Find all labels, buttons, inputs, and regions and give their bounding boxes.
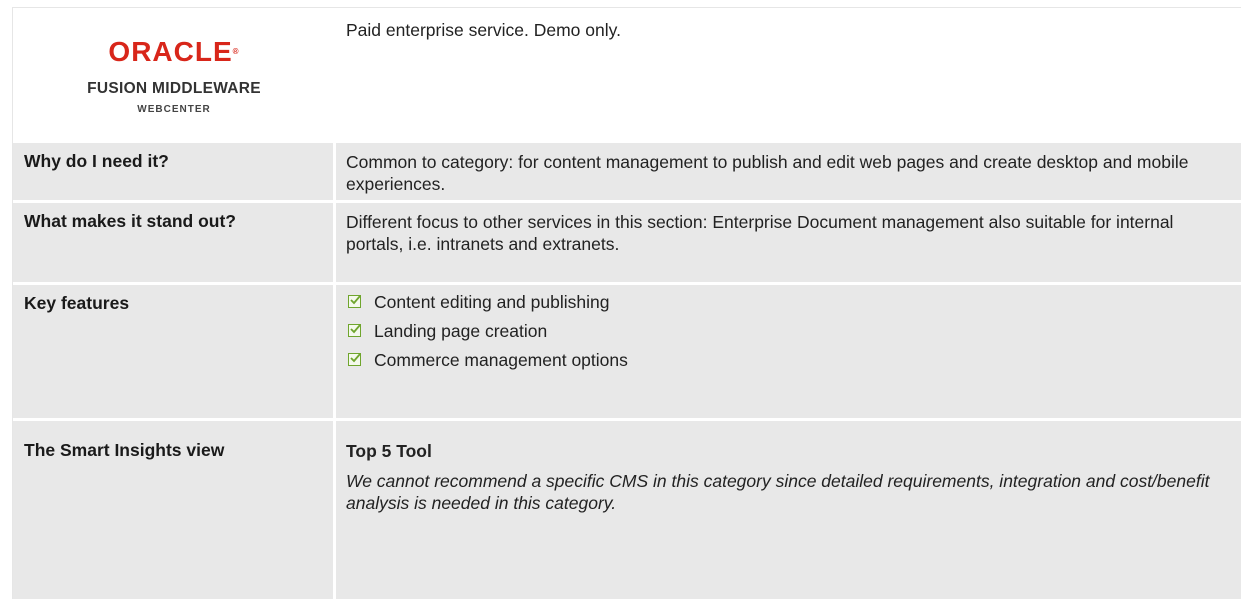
feature-item: Commerce management options <box>346 345 1221 374</box>
row-value-standout: Different focus to other services in thi… <box>336 203 1241 282</box>
feature-item: Landing page creation <box>346 316 1221 345</box>
verdict-text: We cannot recommend a specific CMS in th… <box>346 471 1210 513</box>
feature-label: Commerce management options <box>374 349 628 370</box>
table-row-view: The Smart Insights view Top 5 Tool We ca… <box>13 421 1241 599</box>
row-label-standout: What makes it stand out? <box>13 203 333 282</box>
checkbox-checked-icon <box>348 324 361 337</box>
row-label-why: Why do I need it? <box>13 143 333 200</box>
checkbox-checked-icon <box>348 295 361 308</box>
rating-badge: Top 5 Tool <box>346 441 432 461</box>
row-value-why: Common to category: for content manageme… <box>336 143 1241 200</box>
row-label-features: Key features <box>13 285 333 418</box>
feature-item: Content editing and publishing <box>346 287 1221 316</box>
row-label-view: The Smart Insights view <box>13 421 333 599</box>
row-value-view: Top 5 Tool We cannot recommend a specifi… <box>336 421 1241 599</box>
feature-list: Content editing and publishing Landing p… <box>346 287 1221 374</box>
logo-brand: ORACLE® <box>108 36 240 67</box>
logo-product: WEBCENTER <box>137 104 211 115</box>
table-row-summary: ORACLE® FUSION MIDDLEWARE WEBCENTER Paid… <box>13 8 1241 143</box>
table-row-why: Why do I need it? Common to category: fo… <box>13 143 1241 200</box>
table-row-features: Key features Content editing and publish… <box>13 285 1241 418</box>
oracle-webcenter-logo: ORACLE® FUSION MIDDLEWARE WEBCENTER <box>31 17 317 131</box>
logo-product-line: FUSION MIDDLEWARE <box>87 80 261 97</box>
summary-text: Paid enterprise service. Demo only. <box>336 8 1241 143</box>
product-review-table: ORACLE® FUSION MIDDLEWARE WEBCENTER Paid… <box>0 0 1241 599</box>
feature-label: Landing page creation <box>374 320 548 341</box>
checkbox-checked-icon <box>348 353 361 366</box>
feature-label: Content editing and publishing <box>374 291 610 312</box>
logo-cell: ORACLE® FUSION MIDDLEWARE WEBCENTER <box>13 8 333 143</box>
table-row-standout: What makes it stand out? Different focus… <box>13 203 1241 282</box>
row-value-features: Content editing and publishing Landing p… <box>336 285 1241 418</box>
